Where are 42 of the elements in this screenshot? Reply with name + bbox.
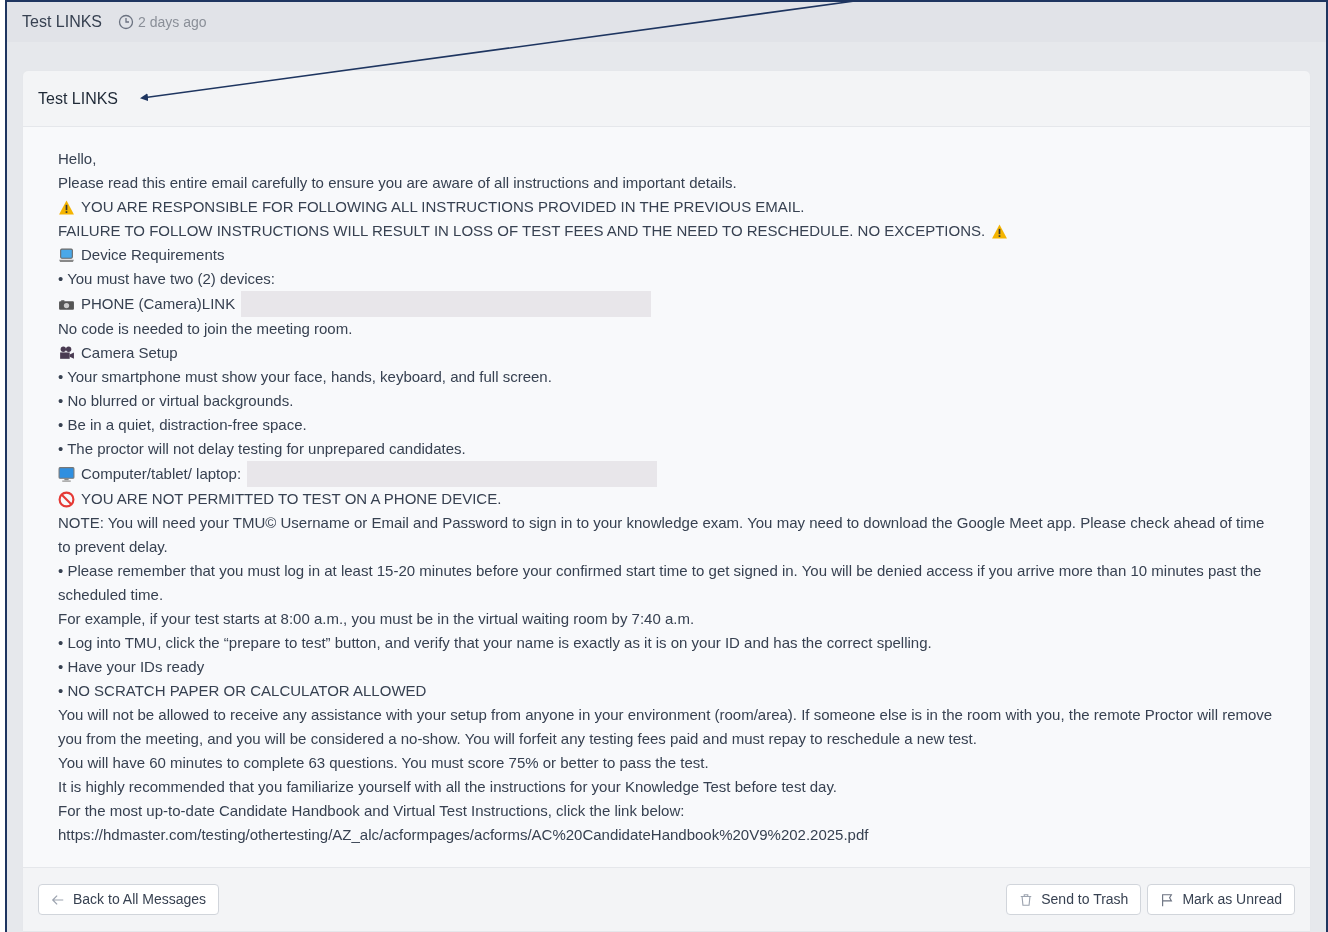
warning-icon <box>58 198 75 216</box>
message-line: Device Requirements <box>81 245 225 265</box>
video-camera-icon <box>58 344 75 362</box>
prohibited-icon <box>58 490 75 508</box>
message-line: https://hdmaster.com/testing/othertesting/AZ_alc/acformpages/acforms/AC%20CandidateHandbook%20V9%202.2025.pdf <box>58 825 869 845</box>
page-title: Test LINKS <box>22 12 103 32</box>
clock-icon <box>118 14 135 30</box>
message-line: • No blurred or virtual backgrounds. <box>58 391 294 411</box>
trash-icon <box>1019 892 1034 907</box>
message-line: • Your smartphone must show your face, hands, keyboard, and full screen. <box>58 367 552 387</box>
message-line: • Be in a quiet, distraction-free space. <box>58 415 307 435</box>
message-line: For example, if your test starts at 8:00 a.m., you must be in the virtual waiting room by 7:40 a.m. <box>58 609 695 629</box>
message-line: Computer/tablet/ laptop: <box>81 464 242 484</box>
message-line: Hello, <box>58 149 97 169</box>
back-button[interactable]: Back to All Messages <box>38 884 220 915</box>
message-line: It is highly recommended that you familiarize yourself with all the instructions for your Knowledge Test before test day. <box>58 777 837 797</box>
message-line: YOU ARE NOT PERMITTED TO TEST ON A PHONE DEVICE. <box>81 489 502 509</box>
timestamp: 2 days ago <box>138 12 207 32</box>
message-line: Camera Setup <box>81 343 178 363</box>
mark-unread-button[interactable]: Mark as Unread <box>1147 884 1295 915</box>
message-line: For the most up-to-date Candidate Handbook and Virtual Test Instructions, click the link below: <box>58 801 685 821</box>
message-line: • Please remember that you must log in at least 15-20 minutes before your confirmed start time to get signed in. You will be denied access if you arrive more than 10 minutes past the scheduled time. <box>58 561 1263 605</box>
monitor-icon <box>58 465 75 483</box>
message-line: • The proctor will not delay testing for unprepared candidates. <box>58 439 466 459</box>
message-line: You will not be allowed to receive any assistance with your setup from anyone in your environment (room/area). If someone else is in the room with you, the remote Proctor will remove you from the meeting, and you will be considered a no-show. You will forfeit any testing fees paid and must repay to reschedule a new test. <box>58 705 1274 749</box>
message-line: • You must have two (2) devices: <box>58 269 276 289</box>
message-line: You will have 60 minutes to complete 63 questions. You must score 75% or better to pass the test. <box>58 753 709 773</box>
message-subject: Test LINKS <box>38 88 119 109</box>
message-line: PHONE (Camera)LINK <box>81 294 236 314</box>
message-line: FAILURE TO FOLLOW INSTRUCTIONS WILL RESULT IN LOSS OF TEST FEES AND THE NEED TO RESCHEDULE. NO EXCEPTIONS. <box>58 221 986 241</box>
trash-button[interactable]: Send to Trash <box>1006 884 1142 915</box>
warning-icon <box>991 222 1009 240</box>
message-line: Please read this entire email carefully to ensure you are aware of all instructions and important details. <box>58 173 737 193</box>
message-line: YOU ARE RESPONSIBLE FOR FOLLOWING ALL INSTRUCTIONS PROVIDED IN THE PREVIOUS EMAIL. <box>81 197 805 217</box>
message-line: NOTE: You will need your TMU© Username or Email and Password to sign in to your knowledge exam. You may need to download the Google Meet app. Please check ahead of time to prevent delay. <box>58 513 1266 557</box>
flag-icon <box>1160 892 1175 907</box>
arrow-left-icon <box>51 892 65 907</box>
message-line: • Log into TMU, click the “prepare to test” button, and verify that your name is exactly as it is on your ID and has the correct spelling. <box>58 633 932 653</box>
laptop-icon <box>58 246 75 264</box>
message-line: • Have your IDs ready <box>58 657 205 677</box>
message-line: • NO SCRATCH PAPER OR CALCULATOR ALLOWED <box>58 681 427 701</box>
message-line: No code is needed to join the meeting room. <box>58 319 353 339</box>
